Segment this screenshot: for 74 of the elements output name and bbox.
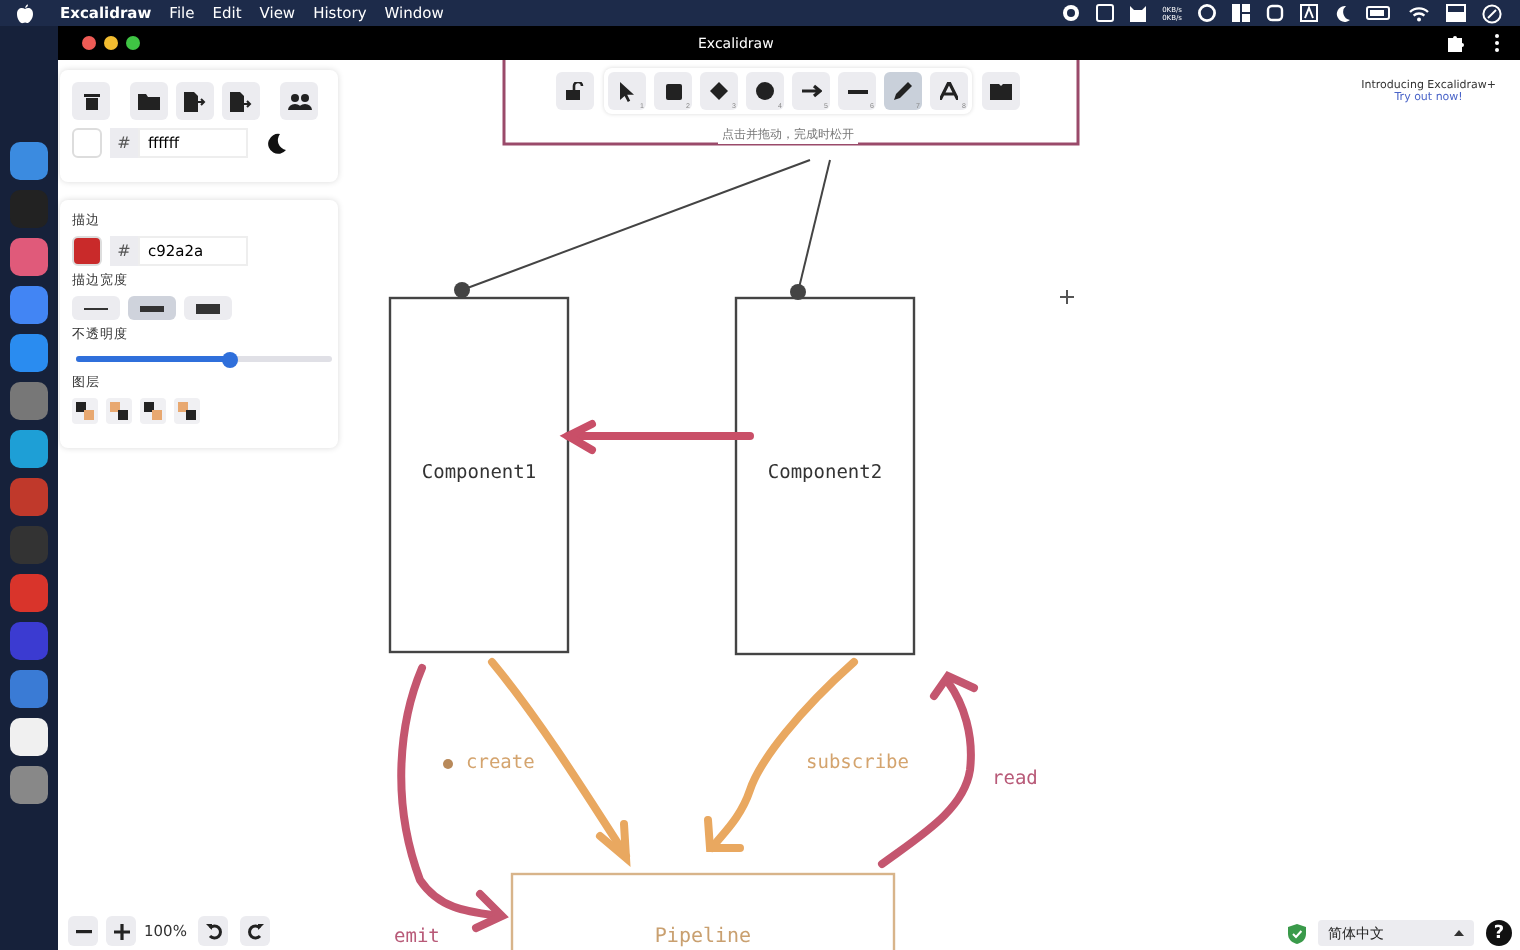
redo-button[interactable]: [240, 916, 271, 946]
save-button[interactable]: [176, 82, 214, 120]
zoom-in-button[interactable]: [106, 916, 136, 946]
redo-icon: [247, 923, 264, 939]
stroke-width-button[interactable]: [184, 296, 232, 320]
grid-icon[interactable]: [1232, 4, 1250, 22]
letter-box-icon[interactable]: [1300, 4, 1318, 22]
layer-button[interactable]: [72, 398, 98, 424]
app-icon[interactable]: [10, 718, 48, 756]
dot-mark: [443, 759, 453, 769]
cursor-icon: [620, 81, 634, 101]
open-button[interactable]: [130, 82, 168, 120]
node-label: Component1: [419, 461, 539, 483]
library-button[interactable]: [982, 72, 1020, 110]
diamond-icon: [710, 82, 728, 100]
stroke-width-button[interactable]: [128, 296, 176, 320]
node-label: Component2: [765, 462, 885, 484]
caret-icon: [1454, 930, 1464, 936]
cat-icon[interactable]: [1130, 4, 1147, 22]
layers-icon: [144, 402, 162, 420]
plus-icon: [113, 923, 129, 939]
layer-button[interactable]: [174, 398, 200, 424]
file-export-icon: [184, 91, 206, 111]
zoom-button[interactable]: [126, 36, 140, 50]
hash-label: #: [110, 128, 138, 158]
undo-icon: [205, 923, 222, 939]
pencil-icon: [894, 82, 912, 100]
padlock-icon: [566, 82, 584, 100]
wifi-icon[interactable]: [1408, 5, 1430, 21]
circle-icon[interactable]: [1062, 4, 1081, 22]
edge-label: subscribe: [806, 752, 909, 774]
edge-label: read: [992, 768, 1038, 790]
close-button[interactable]: [82, 36, 96, 50]
edge-label: emit: [394, 926, 440, 948]
minus-icon: [75, 929, 91, 933]
layer-button[interactable]: [106, 398, 132, 424]
slider-thumb[interactable]: [221, 351, 238, 367]
image-export-icon: [230, 91, 252, 111]
collaborate-button[interactable]: [280, 82, 318, 120]
clear-canvas-button[interactable]: [72, 82, 110, 120]
book-icon: [990, 83, 1012, 99]
help-button[interactable]: ?: [1486, 920, 1512, 946]
moon-icon[interactable]: [1334, 4, 1350, 22]
layers-icon: [110, 402, 128, 420]
zoom-out-button[interactable]: [68, 916, 98, 946]
minimize-button[interactable]: [104, 36, 118, 50]
folder-icon: [138, 93, 160, 109]
battery-icon[interactable]: [1366, 6, 1392, 20]
layers-icon: [178, 402, 196, 420]
rectangle-icon: [665, 83, 681, 99]
crosshair-icon: [1059, 289, 1075, 305]
node-label: Pipeline: [652, 926, 754, 948]
more-icon[interactable]: [1494, 34, 1500, 52]
lock-button[interactable]: [556, 72, 594, 110]
trash-icon: [83, 92, 99, 110]
layers-icon: [76, 402, 94, 420]
export-image-button[interactable]: [222, 82, 260, 120]
stroke-width-button[interactable]: [72, 296, 120, 320]
arrow-icon: [801, 84, 821, 98]
people-icon: [287, 93, 311, 109]
layer-button[interactable]: [140, 398, 166, 424]
edge-label: create: [466, 752, 535, 774]
undo-button[interactable]: [198, 916, 229, 946]
square-icon[interactable]: [1096, 4, 1115, 22]
moon-icon[interactable]: [266, 132, 286, 154]
circle-icon: [756, 82, 774, 100]
puzzle-icon[interactable]: [1448, 34, 1466, 52]
stroke-color-swatch[interactable]: [72, 236, 102, 266]
background-color-swatch[interactable]: [72, 128, 102, 158]
hash-label: #: [110, 236, 138, 266]
opacity-slider[interactable]: [76, 356, 332, 362]
apple-icon[interactable]: [16, 3, 34, 23]
shield-check-icon: [1288, 923, 1306, 943]
text-icon: [940, 82, 958, 100]
